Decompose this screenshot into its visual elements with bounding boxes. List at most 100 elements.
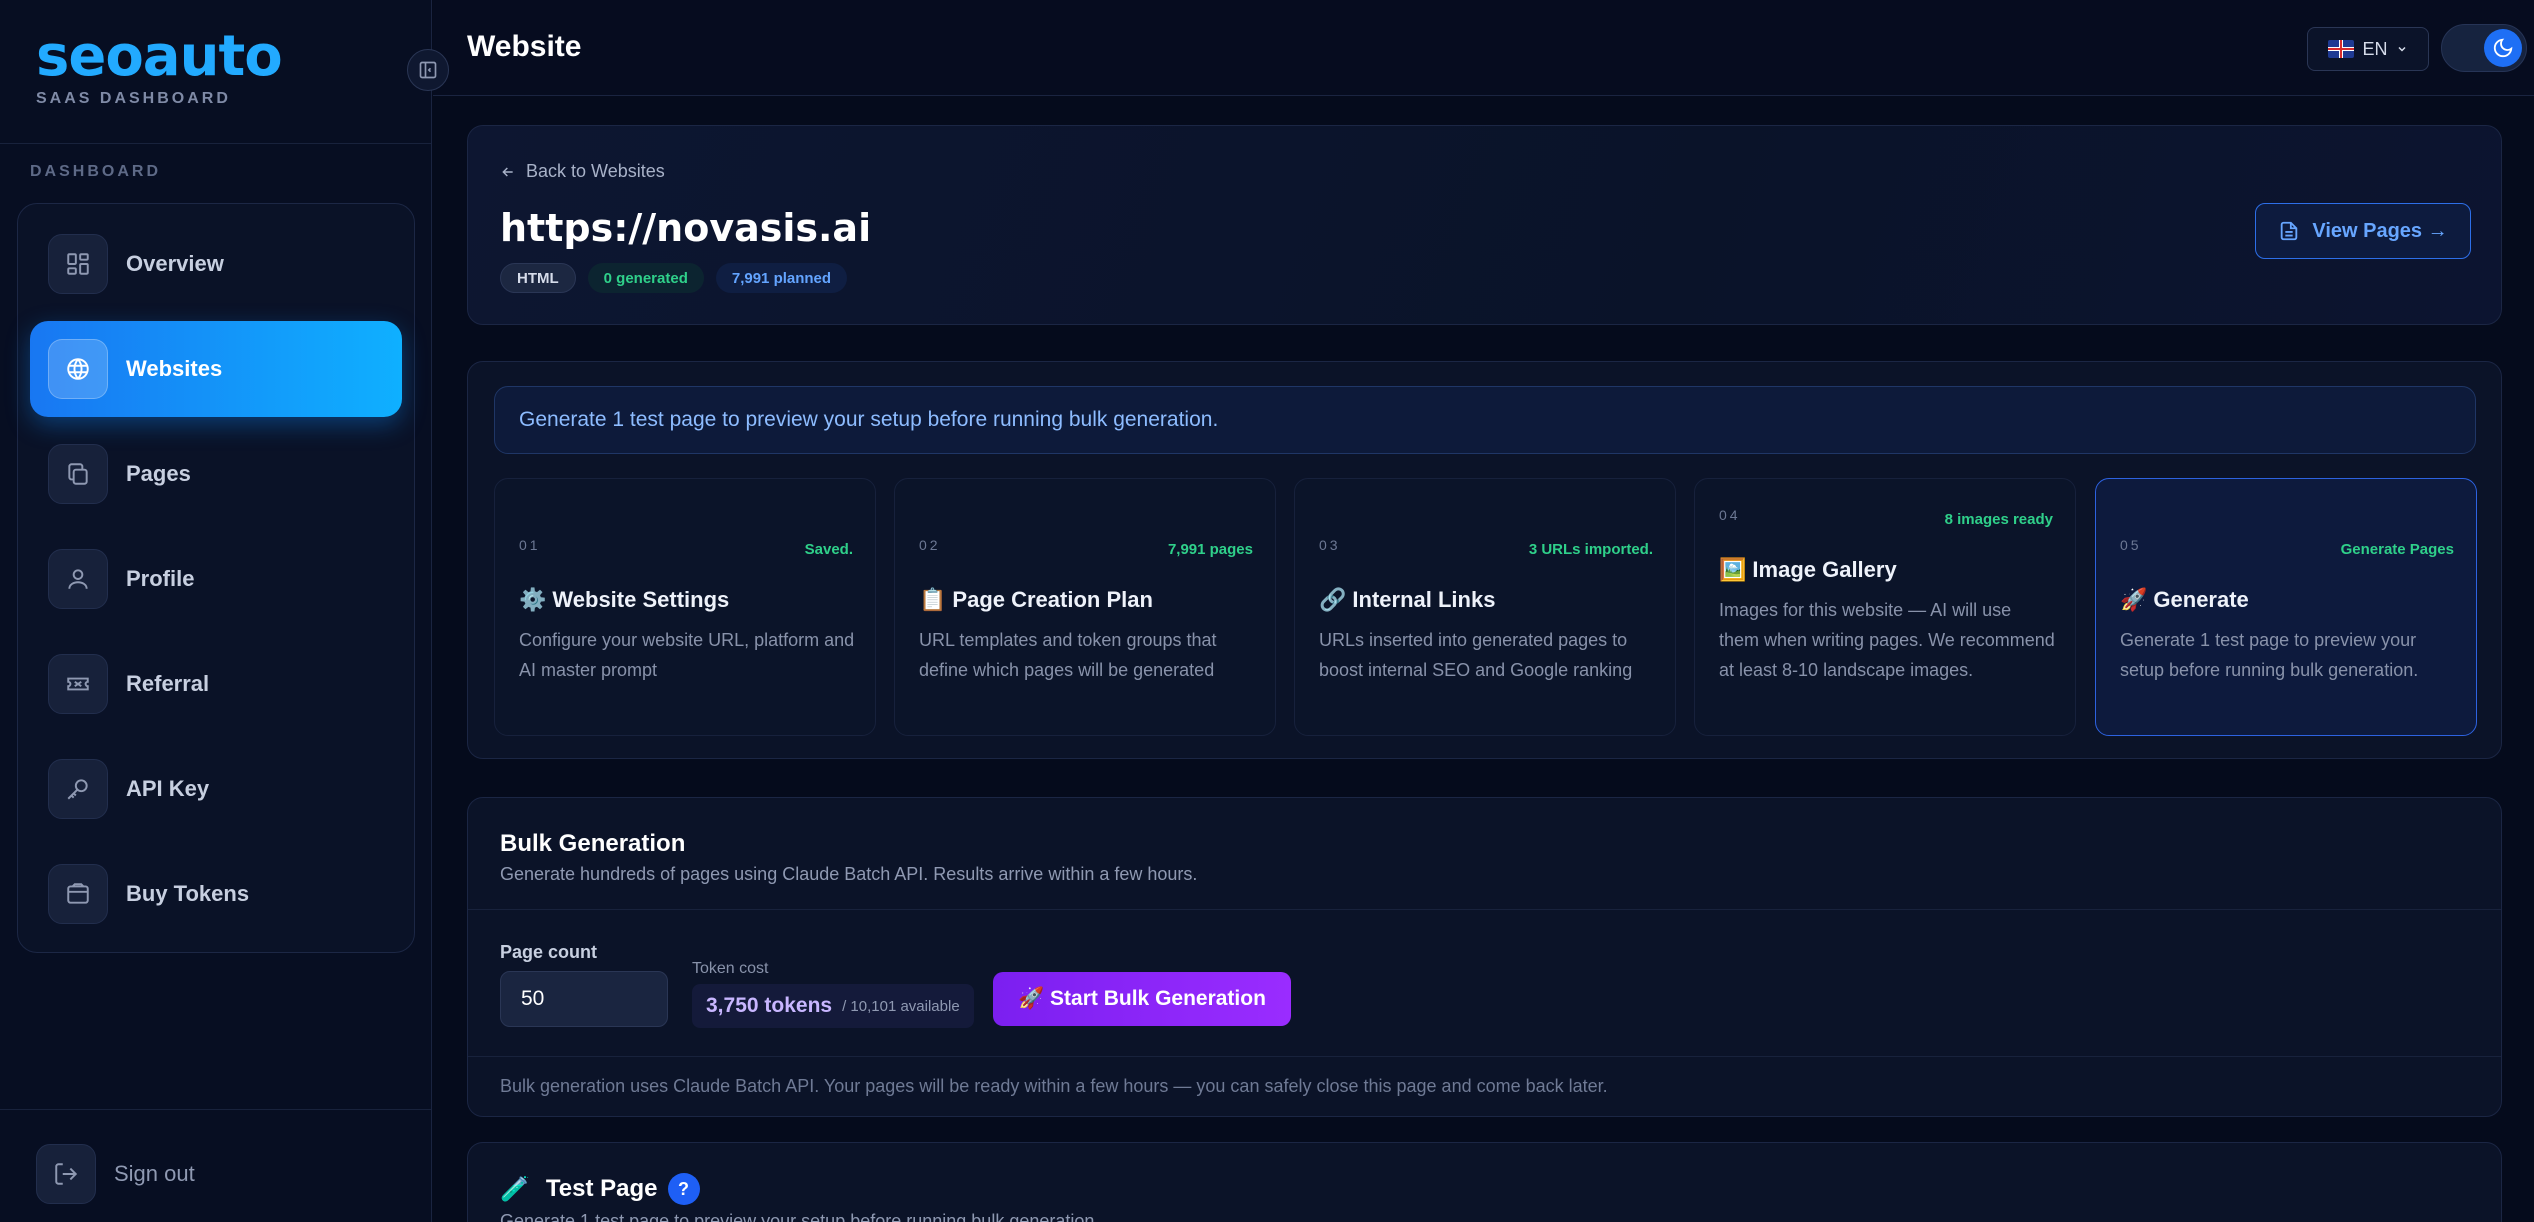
- sidebar-item-label: Pages: [126, 461, 191, 486]
- theme-toggle[interactable]: [2441, 24, 2527, 72]
- sidebar-nav: Overview Websites Pages Profile Referral: [17, 203, 415, 953]
- step-number: 05: [2120, 537, 2142, 553]
- platform-badge: HTML: [500, 263, 576, 293]
- grid-icon: [48, 234, 108, 294]
- step-status: 8 images ready: [1944, 511, 2053, 528]
- chevron-down-icon: [2397, 46, 2406, 52]
- page-count-label: Page count: [500, 942, 598, 962]
- step-status: 3 URLs imported.: [1528, 541, 1653, 558]
- website-url: https://novasis.ai: [500, 206, 872, 250]
- step-status: Generate Pages: [2340, 541, 2454, 558]
- view-pages-label: View Pages →: [2312, 219, 2448, 242]
- step-title: 🖼️ Image Gallery: [1719, 557, 1897, 583]
- step-number: 01: [519, 537, 541, 553]
- token-cost-display: 3,750 tokens / 10,101 available: [692, 984, 974, 1028]
- user-icon: [48, 549, 108, 609]
- step-status: 7,991 pages: [1167, 541, 1253, 558]
- step-title: ⚙️ Website Settings: [519, 587, 730, 613]
- view-pages-button[interactable]: View Pages →: [2255, 203, 2471, 259]
- sidebar-item-label: Profile: [126, 566, 195, 591]
- step-description: URLs inserted into generated pages to bo…: [1319, 630, 1633, 680]
- planned-badge: 7,991 planned: [715, 263, 848, 293]
- key-icon: [48, 759, 108, 819]
- page-title: Website: [467, 30, 582, 63]
- ticket-icon: [48, 654, 108, 714]
- step-title: 🔗 Internal Links: [1319, 587, 1496, 613]
- language-selector[interactable]: EN: [2307, 27, 2429, 71]
- step-title: 📋 Page Creation Plan: [919, 587, 1153, 613]
- sidebar-item-overview[interactable]: Overview: [30, 216, 402, 312]
- brand-logo[interactable]: seoauto: [36, 24, 283, 89]
- panel-icon: [419, 61, 437, 79]
- arrow-left-icon: [502, 166, 513, 177]
- rocket-icon: 🚀: [2120, 588, 2148, 613]
- brand-subtitle: SAAS DASHBOARD: [36, 90, 231, 107]
- bulk-generation-card: Bulk Generation Generate hundreds of pag…: [467, 797, 2502, 1117]
- step-number: 02: [919, 537, 941, 553]
- uk-flag-icon: [2328, 40, 2355, 58]
- sidebar-item-label: Buy Tokens: [126, 881, 250, 906]
- copy-icon: [48, 444, 108, 504]
- sidebar-section-label: DASHBOARD: [30, 163, 161, 180]
- step-description: URL templates and token groups that defi…: [919, 630, 1217, 680]
- test-page-subtitle: Generate 1 test page to preview your set…: [500, 1211, 1100, 1222]
- help-icon[interactable]: ?: [667, 1173, 700, 1205]
- wallet-icon: [48, 864, 108, 924]
- setup-steps-card: Generate 1 test page to preview your set…: [467, 361, 2502, 759]
- step-status: Saved.: [804, 541, 853, 558]
- link-icon: 🔗: [1319, 588, 1347, 613]
- moon-icon: [2484, 29, 2522, 67]
- step-generate[interactable]: 05 Generate Pages 🚀 Generate Generate 1 t…: [2095, 478, 2477, 736]
- step-number: 03: [1319, 537, 1341, 553]
- back-to-websites-link[interactable]: Back to Websites: [500, 161, 665, 182]
- sidebar: seoauto SAAS DASHBOARD DASHBOARD Overvie…: [0, 0, 432, 1222]
- step-description: Configure your website URL, platform and…: [519, 630, 855, 680]
- generated-badge: 0 generated: [587, 263, 704, 293]
- token-cost-label: Token cost: [692, 960, 769, 977]
- website-badges: HTML 0 generated 7,991 planned: [500, 263, 848, 293]
- divider: [468, 1056, 2501, 1057]
- step-number: 04: [1719, 507, 1741, 523]
- document-icon: [2281, 221, 2298, 241]
- info-banner: Generate 1 test page to preview your set…: [494, 386, 2476, 454]
- bulk-note: Bulk generation uses Claude Batch API. Y…: [500, 1076, 1608, 1096]
- step-internal-links[interactable]: 03 3 URLs imported. 🔗 Internal Links URLs…: [1294, 478, 1676, 736]
- step-description: Generate 1 test page to preview your set…: [2120, 630, 2419, 680]
- sidebar-item-referral[interactable]: Referral: [30, 636, 402, 732]
- clipboard-icon: 📋: [919, 588, 947, 613]
- sidebar-item-buy-tokens[interactable]: Buy Tokens: [30, 846, 402, 942]
- sidebar-divider: [0, 1109, 431, 1110]
- top-header: Website EN: [433, 0, 2534, 96]
- step-page-creation-plan[interactable]: 02 7,991 pages 📋 Page Creation Plan URL t…: [894, 478, 1276, 736]
- sidebar-item-pages[interactable]: Pages: [30, 426, 402, 522]
- sidebar-item-label: Websites: [126, 356, 223, 381]
- bulk-subtitle: Generate hundreds of pages using Claude …: [500, 864, 1198, 884]
- test-tube-icon: 🧪: [500, 1175, 530, 1203]
- website-header-card: Back to Websites https://novasis.ai HTML…: [467, 125, 2502, 325]
- gear-icon: ⚙️: [519, 588, 547, 613]
- start-bulk-generation-button[interactable]: 🚀 Start Bulk Generation: [993, 972, 1291, 1026]
- step-description: Images for this website — AI will use th…: [1719, 600, 2055, 680]
- test-page-title: 🧪 Test Page ?: [500, 1173, 700, 1205]
- bulk-title: Bulk Generation: [500, 830, 686, 857]
- globe-icon: [48, 339, 108, 399]
- sidebar-divider: [0, 143, 431, 144]
- step-website-settings[interactable]: 01 Saved. ⚙️ Website Settings Configure y…: [494, 478, 876, 736]
- sidebar-item-profile[interactable]: Profile: [30, 531, 402, 627]
- page-count-input[interactable]: 50: [500, 971, 668, 1027]
- sidebar-item-api-key[interactable]: API Key: [30, 741, 402, 837]
- token-cost-value: 3,750 tokens: [706, 994, 833, 1017]
- image-icon: 🖼️: [1719, 558, 1747, 583]
- back-link-label: Back to Websites: [526, 161, 665, 181]
- sidebar-item-websites[interactable]: Websites: [30, 321, 402, 417]
- language-label: EN: [2362, 38, 2388, 59]
- sidebar-item-label: API Key: [126, 776, 210, 801]
- signout-button[interactable]: Sign out: [36, 1144, 195, 1204]
- logout-icon: [36, 1144, 96, 1204]
- divider: [468, 909, 2501, 910]
- test-page-card: 🧪 Test Page ? Generate 1 test page to pr…: [467, 1142, 2502, 1222]
- token-available: / 10,101 available: [842, 997, 960, 1015]
- sidebar-collapse-button[interactable]: [407, 49, 449, 91]
- step-image-gallery[interactable]: 04 8 images ready 🖼️ Image Gallery Images…: [1694, 478, 2076, 736]
- sidebar-item-label: Referral: [126, 671, 210, 696]
